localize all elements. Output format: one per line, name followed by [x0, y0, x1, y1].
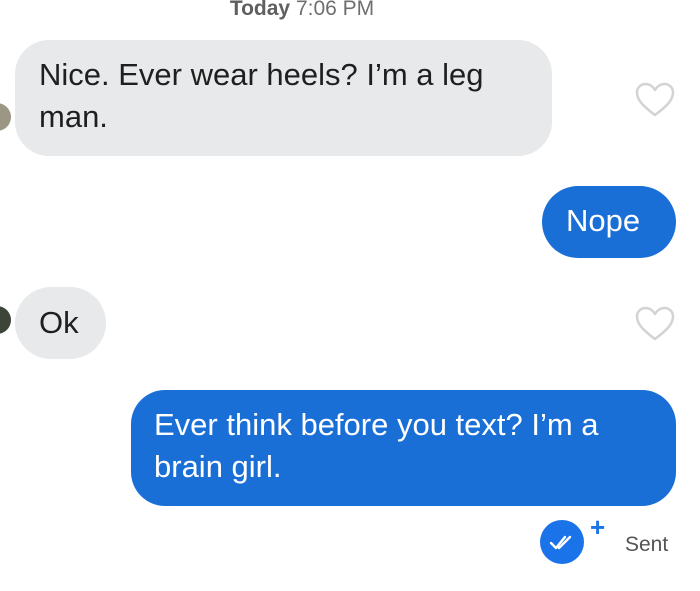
incoming-message-bubble[interactable]: Ok	[15, 287, 106, 359]
like-heart-icon[interactable]	[635, 82, 675, 118]
sender-avatar[interactable]	[0, 306, 11, 334]
timestamp-day: Today	[229, 0, 291, 20]
timestamp-time: 7:06 PM	[295, 0, 375, 20]
sent-status-label: Sent	[625, 533, 669, 556]
sender-avatar[interactable]	[0, 103, 11, 131]
outgoing-message-bubble[interactable]: Ever think before you text? I’m a brain …	[131, 390, 676, 506]
like-heart-icon[interactable]	[635, 306, 675, 342]
double-check-icon	[540, 520, 584, 564]
incoming-message-bubble[interactable]: Nice. Ever wear heels? I’m a leg man.	[15, 40, 552, 156]
plus-icon: +	[590, 512, 606, 542]
outgoing-message-bubble[interactable]: Nope	[542, 186, 676, 258]
conversation-timestamp: Today 7:06 PM	[0, 0, 604, 24]
